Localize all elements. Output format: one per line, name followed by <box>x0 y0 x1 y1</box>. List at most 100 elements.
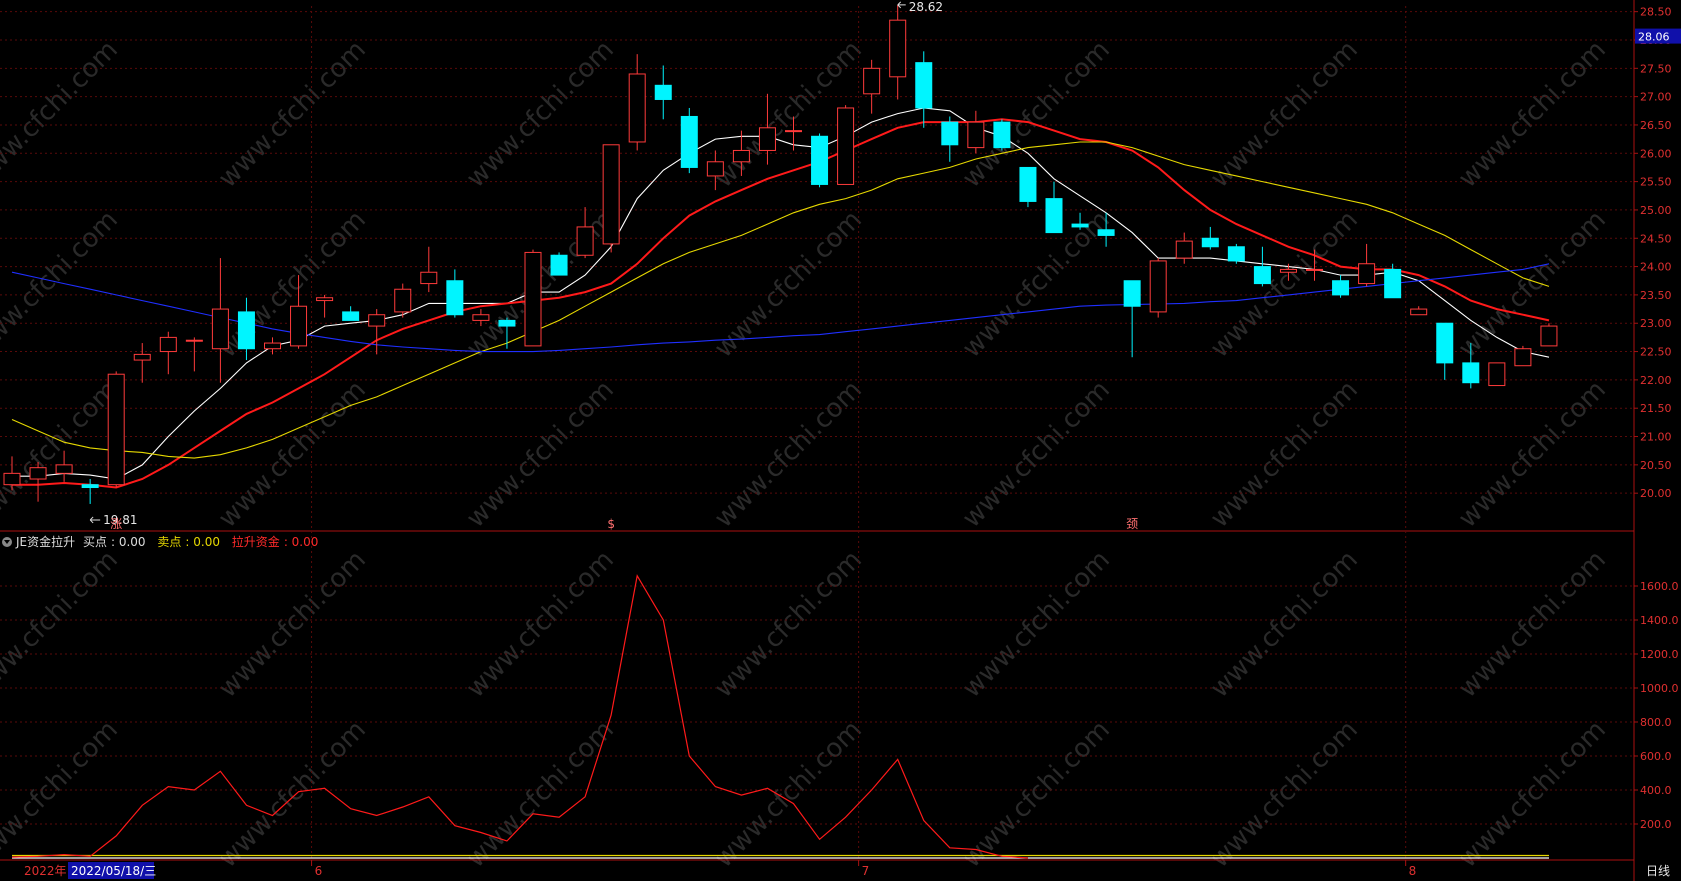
candle-body <box>1332 280 1350 296</box>
year-label: 2022年 <box>24 864 67 878</box>
watermark-text: www.cfchi.com <box>957 715 1116 874</box>
candle-up <box>107 371 125 488</box>
watermark-text: www.cfchi.com <box>957 205 1116 364</box>
candle-body <box>1175 240 1193 259</box>
annotation-layer: 28.6219.81涨 $ 颈 <box>89 0 1138 531</box>
candle-body <box>420 271 438 285</box>
cursor-date-label: 2022/05/18/三 <box>71 864 156 878</box>
y-tick-label: 22.50 <box>1640 346 1672 359</box>
signal-marker: 涨 <box>110 516 122 531</box>
month-tick-label: 7 <box>862 864 870 878</box>
capital-label: 拉升资金 <box>231 535 280 549</box>
candle-up <box>1540 323 1558 347</box>
candle-up <box>316 294 334 318</box>
candle-body <box>967 121 985 149</box>
low-marker-arrow <box>89 516 101 524</box>
candle-down <box>811 133 829 188</box>
y-tick-label: 27.50 <box>1640 62 1672 75</box>
candle-body <box>1488 362 1506 387</box>
candle-body <box>1201 237 1219 248</box>
candle-body <box>290 305 308 347</box>
y-tick-label: 23.50 <box>1640 289 1672 302</box>
candle-body <box>498 319 516 327</box>
candle-down <box>1332 275 1350 298</box>
watermark-text: www.cfchi.com <box>1205 375 1364 534</box>
candle-up <box>133 343 151 383</box>
y-tick-label: 600.0 <box>1640 750 1672 763</box>
candle-down <box>941 116 959 162</box>
watermark-text: www.cfchi.com <box>1453 715 1612 874</box>
candle-down <box>915 51 933 128</box>
high-price-label: 28.62 <box>909 0 943 14</box>
candle-up <box>1514 345 1532 367</box>
capital-value: 0.00 <box>291 535 319 549</box>
candle-up <box>420 246 438 293</box>
candle-down <box>993 119 1011 151</box>
candle-body <box>316 297 334 302</box>
candle-body <box>758 127 776 151</box>
candle-down <box>654 65 672 120</box>
watermark-text: www.cfchi.com <box>0 205 124 364</box>
watermark-text: www.cfchi.com <box>709 375 868 534</box>
current-price-value: 28.06 <box>1638 31 1670 44</box>
candle-up <box>967 110 985 154</box>
y-tick-label: 200.0 <box>1640 818 1672 831</box>
candle-body <box>1097 229 1115 236</box>
candle-body <box>1071 223 1089 228</box>
candle-body <box>1384 268 1402 299</box>
candle-body <box>394 288 412 313</box>
candle-down <box>1253 246 1271 287</box>
candle-body <box>1462 362 1480 384</box>
candle-down <box>1019 166 1037 208</box>
buy-point-value: 0.00 <box>118 535 146 549</box>
y-tick-label: 1200.0 <box>1640 648 1679 661</box>
sell-point-value: 0.00 <box>193 535 220 549</box>
watermark-text: www.cfchi.com <box>1453 35 1612 194</box>
candle-up <box>159 331 177 375</box>
month-tick-label: 6 <box>315 864 323 878</box>
signal-marker: $ <box>607 517 615 531</box>
candle-body <box>133 353 151 361</box>
watermark-text: www.cfchi.com <box>461 375 620 534</box>
candle-body <box>1253 266 1271 285</box>
candle-body <box>602 144 620 245</box>
y-tick-label: 24.50 <box>1640 232 1672 245</box>
period-label: 日线 <box>1646 864 1670 878</box>
watermark-text: www.cfchi.com <box>0 375 124 534</box>
candle-down <box>550 252 568 276</box>
candle-body <box>785 130 802 133</box>
watermark-text: www.cfchi.com <box>213 715 372 874</box>
candle-body <box>107 373 125 486</box>
sell-point-label: 卖点 <box>157 535 182 549</box>
watermark-text: www.cfchi.com <box>0 545 124 704</box>
month-tick-label: 8 <box>1409 864 1417 878</box>
candle-up <box>1149 258 1167 318</box>
buy-point-label: 买点 <box>82 535 107 549</box>
candle-up <box>1175 232 1193 264</box>
candle-body <box>1019 166 1037 202</box>
candle-down <box>446 269 464 318</box>
candle-body <box>1436 322 1454 364</box>
indicator-menu-icon[interactable] <box>2 536 12 547</box>
candle-down <box>1436 322 1454 380</box>
y-tick-label: 25.00 <box>1640 204 1672 217</box>
candle-body <box>237 311 255 350</box>
y-tick-label: 800.0 <box>1640 716 1672 729</box>
candle-down <box>1123 280 1141 358</box>
candle-down <box>1201 226 1219 250</box>
candle-body <box>1149 260 1167 313</box>
stock-chart[interactable]: www.cfchi.com www.cfchi.com www.cfchi.com w… <box>0 0 1681 881</box>
watermark-text: www.cfchi.com <box>957 545 1116 704</box>
candle-body <box>654 84 672 100</box>
indicator-name: JE资金拉升 <box>16 535 76 549</box>
y-tick-label: 26.50 <box>1640 119 1672 132</box>
candle-body <box>342 311 360 321</box>
candle-up <box>1358 243 1376 287</box>
y-tick-label: 26.00 <box>1640 147 1672 160</box>
candle-body <box>993 121 1011 149</box>
candle-body <box>576 226 594 256</box>
candle-up <box>1488 362 1506 387</box>
sell-point-readout: 卖点: 0.00 <box>157 535 220 549</box>
watermark-text: www.cfchi.com <box>709 545 868 704</box>
capital-readout: 拉升资金: 0.00 <box>231 535 319 549</box>
